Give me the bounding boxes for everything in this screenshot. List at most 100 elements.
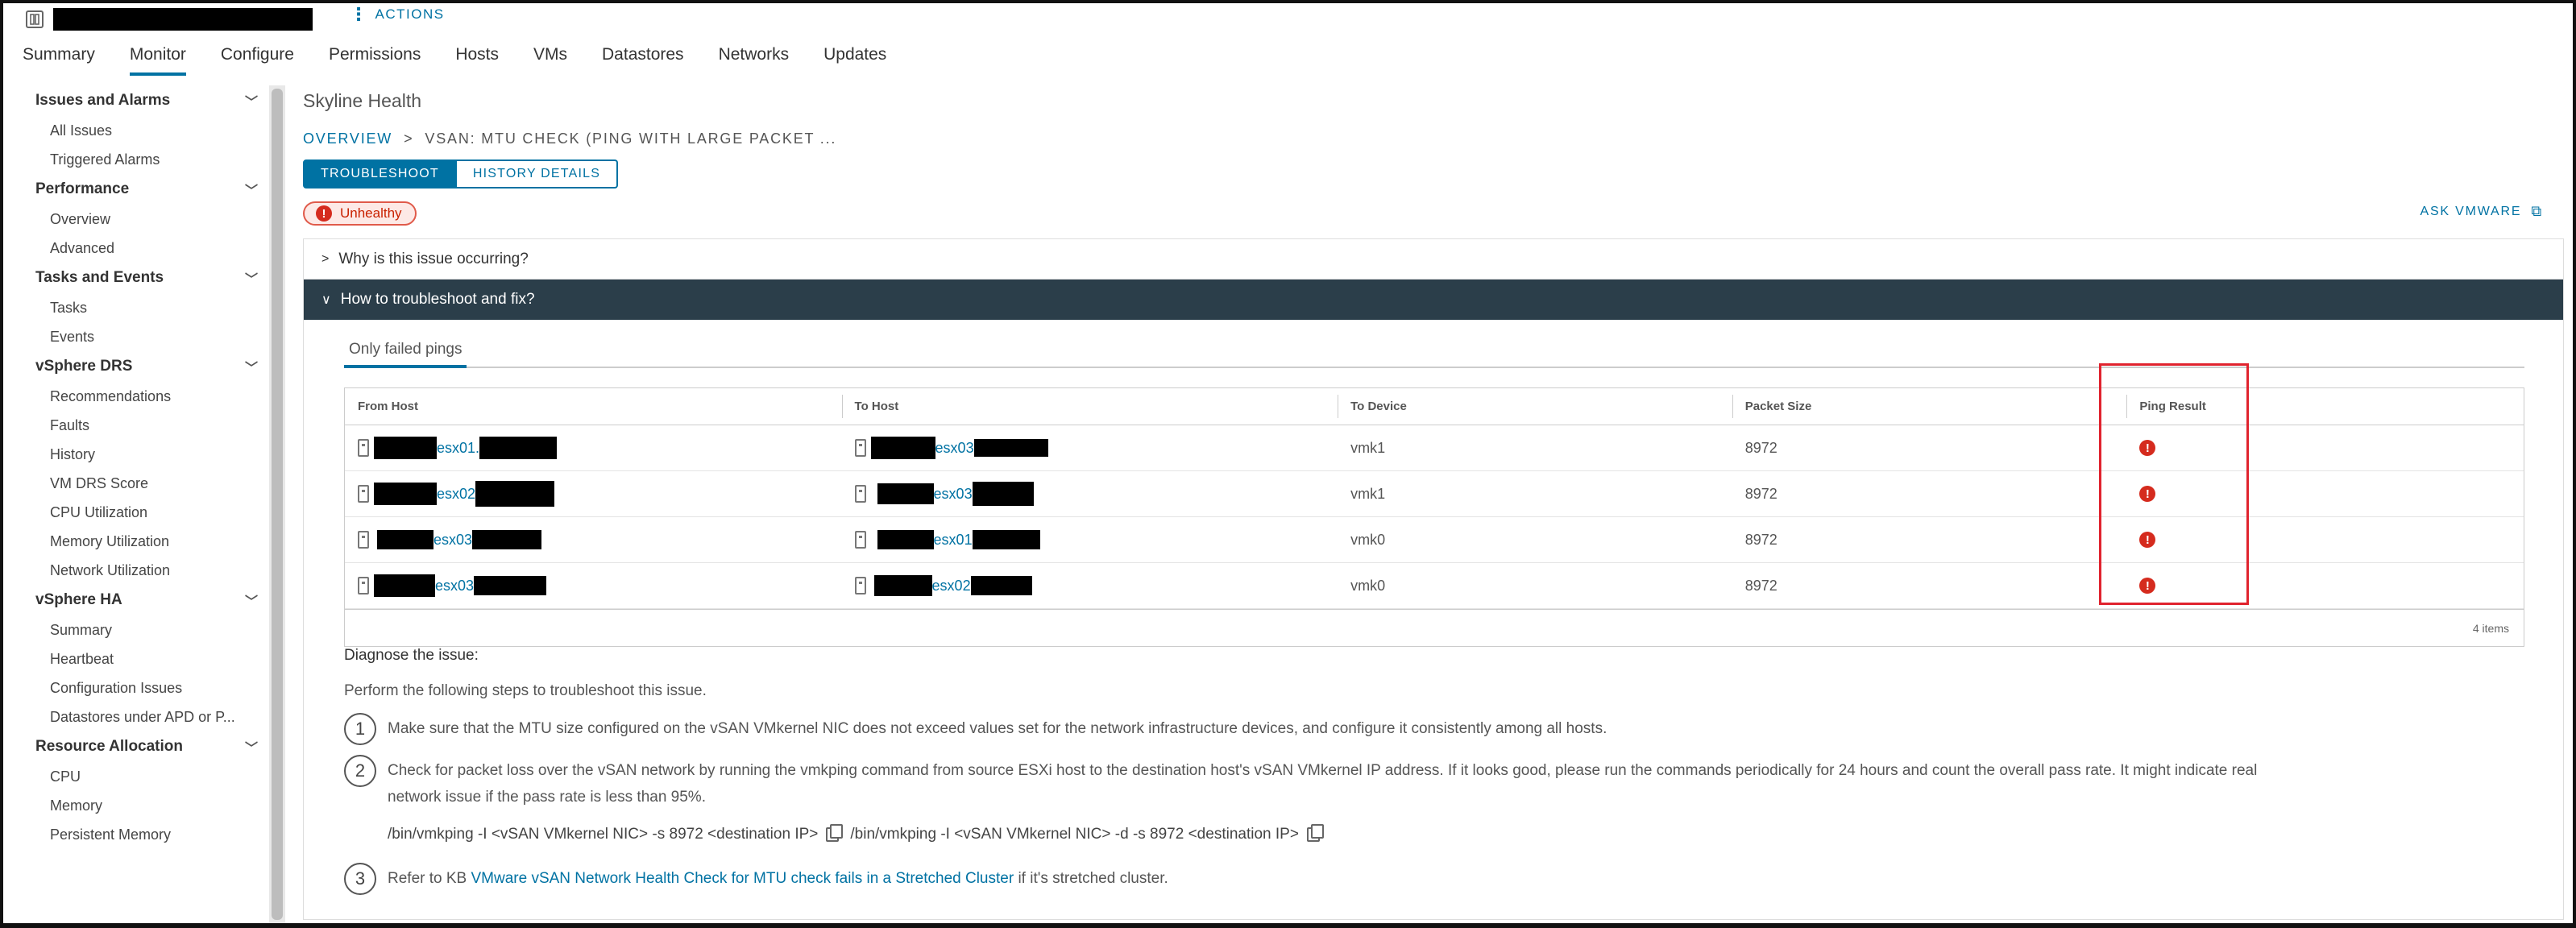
host-icon: [854, 485, 866, 503]
sidebar-header-resource-allocation[interactable]: Resource Allocation ﹀: [35, 731, 258, 762]
from-host-cell: esx03: [345, 517, 842, 562]
tab-summary[interactable]: Summary: [23, 42, 95, 77]
object-name-redacted: [53, 8, 313, 31]
diagnose-intro: Perform the following steps to troublesh…: [344, 682, 707, 699]
redacted: [877, 483, 934, 504]
tab-hosts[interactable]: Hosts: [455, 42, 499, 77]
host-icon: [358, 485, 369, 503]
error-icon: !: [2139, 578, 2156, 594]
error-icon: !: [2139, 532, 2156, 548]
sidebar-item-datastores-apd[interactable]: Datastores under APD or P...: [50, 702, 266, 731]
from-host-link[interactable]: esx03: [435, 578, 474, 594]
sidebar-item-events[interactable]: Events: [50, 322, 266, 351]
redacted: [374, 483, 437, 505]
to-host-link[interactable]: esx01: [934, 532, 973, 549]
sidebar-item-overview[interactable]: Overview: [50, 205, 266, 234]
table-row: esx03 esx02 vmk0 8972 !: [345, 563, 2524, 609]
diagnose-title: Diagnose the issue:: [344, 647, 479, 664]
chevron-down-icon: ﹀: [244, 184, 258, 198]
sidebar-item-advanced[interactable]: Advanced: [50, 234, 266, 263]
scrollbar-thumb[interactable]: [272, 89, 283, 920]
sidebar-header-tasks-events[interactable]: Tasks and Events ﹀: [35, 263, 258, 293]
from-host-link[interactable]: esx03: [433, 532, 472, 549]
to-device-cell: vmk1: [1350, 439, 1386, 456]
tab-datastores[interactable]: Datastores: [602, 42, 684, 77]
sidebar-item-configuration-issues[interactable]: Configuration Issues: [50, 673, 266, 702]
to-host-link[interactable]: esx02: [932, 578, 971, 594]
copy-icon[interactable]: [826, 824, 844, 842]
sidebar-item-recommendations[interactable]: Recommendations: [50, 382, 266, 411]
column-from-host[interactable]: From Host: [345, 388, 842, 425]
table-row: esx03 esx01 vmk0 8972 !: [345, 517, 2524, 563]
sidebar-item-vm-drs-score[interactable]: VM DRS Score: [50, 469, 266, 498]
to-host-cell: esx03: [842, 425, 1338, 470]
sidebar-item-memory[interactable]: Memory: [50, 791, 266, 820]
column-to-device[interactable]: To Device: [1338, 388, 1732, 425]
host-icon: [358, 531, 369, 549]
status-badge: ! Unhealthy: [303, 201, 417, 226]
sidebar-item-cpu-utilization[interactable]: CPU Utilization: [50, 498, 266, 527]
tab-permissions[interactable]: Permissions: [329, 42, 421, 77]
history-details-button[interactable]: HISTORY DETAILS: [456, 160, 619, 188]
tab-configure[interactable]: Configure: [221, 42, 294, 77]
accordion-how-label: How to troubleshoot and fix?: [340, 291, 535, 308]
sidebar-group-issues: Issues and Alarms ﹀ All Issues Triggered …: [35, 85, 266, 174]
ask-vmware-link[interactable]: ASK VMWARE ⧉: [2420, 203, 2543, 220]
sidebar-item-heartbeat[interactable]: Heartbeat: [50, 644, 266, 673]
copy-icon[interactable]: [1306, 824, 1324, 842]
sidebar-nav: Issues and Alarms ﹀ All Issues Triggered …: [0, 85, 266, 923]
table-footer: 4 items: [345, 609, 2524, 646]
sidebar-item-tasks[interactable]: Tasks: [50, 293, 266, 322]
sidebar-item-triggered-alarms[interactable]: Triggered Alarms: [50, 145, 266, 174]
redacted: [474, 576, 547, 595]
sidebar-item-ha-summary[interactable]: Summary: [50, 615, 266, 644]
column-packet-size[interactable]: Packet Size: [1732, 388, 2127, 425]
sidebar-header-issues[interactable]: Issues and Alarms ﹀: [35, 85, 258, 116]
kb-link[interactable]: VMware vSAN Network Health Check for MTU…: [471, 870, 1014, 887]
sidebar-item-cpu[interactable]: CPU: [50, 762, 266, 791]
column-to-host[interactable]: To Host: [841, 388, 1338, 425]
sidebar-header-performance[interactable]: Performance ﹀: [35, 174, 258, 205]
sidebar-group-ha: vSphere HA ﹀ Summary Heartbeat Configurat…: [35, 585, 266, 731]
sidebar-item-faults[interactable]: Faults: [50, 411, 266, 440]
step-text: Make sure that the MTU size configured o…: [388, 720, 1607, 737]
tab-monitor[interactable]: Monitor: [129, 42, 186, 77]
from-host-link[interactable]: esx02: [437, 486, 475, 503]
chevron-down-icon: ﹀: [244, 742, 258, 756]
sidebar-header-label: Performance: [35, 180, 130, 197]
packet-size-cell: 8972: [1744, 439, 1777, 456]
from-host-cell: esx03: [345, 563, 842, 608]
sidebar-item-network-utilization[interactable]: Network Utilization: [50, 556, 266, 585]
sidebar-header-ha[interactable]: vSphere HA ﹀: [35, 585, 258, 615]
actions-menu[interactable]: ⋮ ACTIONS: [350, 6, 445, 23]
accordion-why[interactable]: > Why is this issue occurring?: [304, 239, 2563, 280]
column-ping-result[interactable]: Ping Result: [2126, 388, 2524, 425]
sidebar-item-memory-utilization[interactable]: Memory Utilization: [50, 527, 266, 556]
accordion-how[interactable]: ∨ How to troubleshoot and fix?: [304, 280, 2563, 320]
breadcrumb-current: VSAN: MTU CHECK (PING WITH LARGE PACKET …: [425, 130, 837, 147]
to-host-link[interactable]: esx03: [935, 440, 974, 457]
chevron-down-icon: ﹀: [244, 362, 258, 375]
chevron-right-icon: >: [321, 251, 330, 266]
troubleshoot-button[interactable]: TROUBLESHOOT: [303, 160, 457, 188]
tab-networks[interactable]: Networks: [719, 42, 790, 77]
sidebar-item-persistent-memory[interactable]: Persistent Memory: [50, 820, 266, 849]
sidebar-scrollbar[interactable]: [269, 85, 285, 923]
breadcrumb-overview-link[interactable]: OVERVIEW: [303, 130, 392, 147]
redacted: [873, 575, 932, 596]
to-host-link[interactable]: esx03: [934, 486, 973, 503]
host-icon: [358, 577, 369, 594]
redacted: [972, 530, 1040, 549]
tab-updates[interactable]: Updates: [823, 42, 886, 77]
chevron-right-icon: >: [404, 130, 414, 147]
redacted: [377, 530, 433, 549]
sidebar-header-drs[interactable]: vSphere DRS ﹀: [35, 351, 258, 382]
tab-vms[interactable]: VMs: [533, 42, 567, 77]
sidebar-item-all-issues[interactable]: All Issues: [50, 116, 266, 145]
tab-only-failed-pings[interactable]: Only failed pings: [344, 341, 467, 368]
ping-result-cell: !: [2126, 425, 2524, 470]
error-icon: !: [2139, 486, 2156, 502]
step-2: 2 Check for packet loss over the vSAN ne…: [344, 755, 2257, 810]
from-host-link[interactable]: esx01.: [437, 440, 479, 457]
sidebar-item-history[interactable]: History: [50, 440, 266, 469]
